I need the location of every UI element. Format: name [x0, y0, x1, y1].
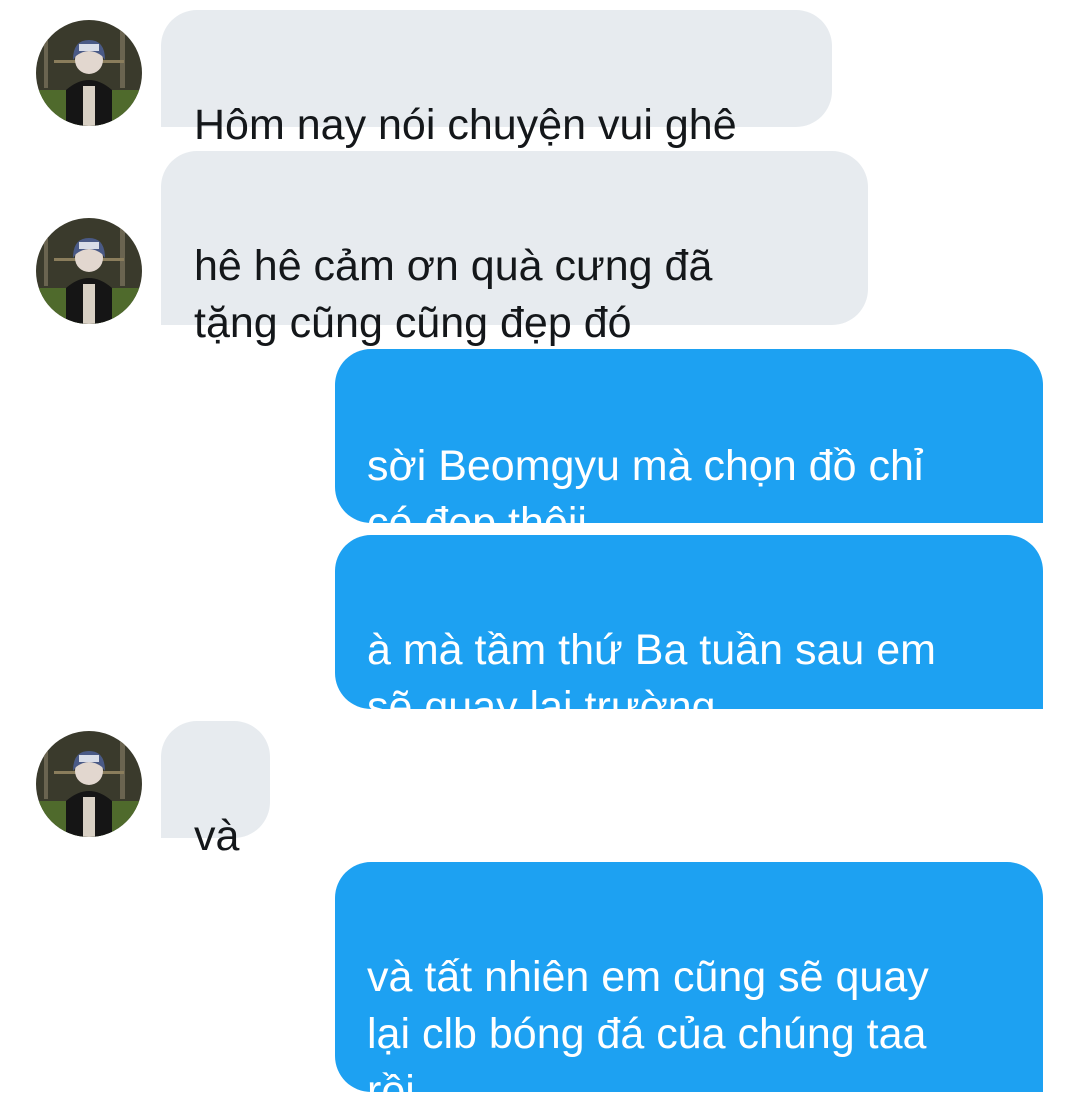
message-bubble-outgoing[interactable]: sời Beomgyu mà chọn đồ chỉ có đẹp thôii	[335, 349, 1043, 547]
message-text: và	[194, 812, 240, 860]
profile-photo-icon	[36, 20, 142, 126]
message-bubble-incoming[interactable]: Hôm nay nói chuyện vui ghê	[161, 10, 832, 149]
sender-avatar[interactable]	[36, 218, 142, 324]
message-bubble-incoming[interactable]: hê hê cảm ơn quà cưng đã tặng cũng cũng …	[161, 151, 868, 347]
message-text: hê hê cảm ơn quà cưng đã tặng cũng cũng …	[194, 242, 713, 347]
sender-avatar[interactable]	[36, 20, 142, 126]
message-text: Hôm nay nói chuyện vui ghê	[194, 101, 737, 149]
profile-photo-icon	[36, 218, 142, 324]
message-text: à mà tầm thứ Ba tuần sau em sẽ quay lại …	[367, 626, 936, 731]
profile-photo-icon	[36, 731, 142, 837]
conversation-thread: Hôm nay nói chuyện vui ghê hê hê cảm ơn …	[0, 0, 1074, 1115]
message-bubble-incoming[interactable]: và	[161, 721, 270, 860]
sender-avatar[interactable]	[36, 731, 142, 837]
message-text: và tất nhiên em cũng sẽ quay lại clb bón…	[367, 953, 929, 1115]
message-text: sời Beomgyu mà chọn đồ chỉ có đẹp thôii	[367, 442, 924, 547]
message-bubble-outgoing[interactable]: và tất nhiên em cũng sẽ quay lại clb bón…	[335, 862, 1043, 1115]
message-bubble-outgoing[interactable]: à mà tầm thứ Ba tuần sau em sẽ quay lại …	[335, 535, 1043, 731]
